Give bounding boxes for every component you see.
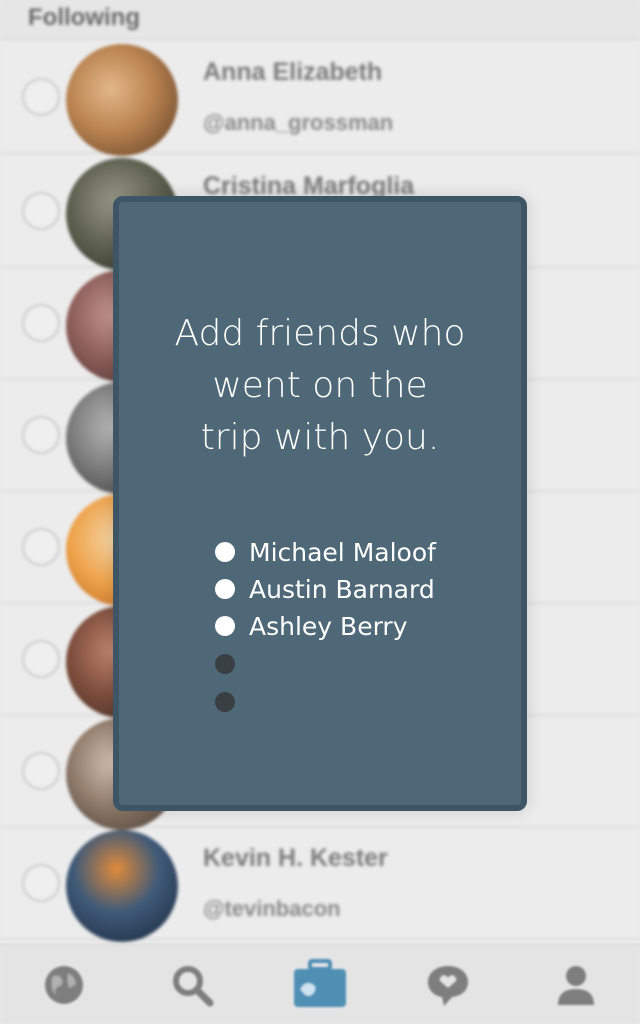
modal-title: Add friends who went on the trip with yo…: [119, 308, 521, 464]
select-radio[interactable]: [22, 304, 60, 342]
profile-icon: [558, 966, 594, 1005]
search-icon: [173, 966, 214, 1007]
empty-dot-icon: [215, 654, 235, 674]
empty-dot-icon: [215, 692, 235, 712]
select-radio[interactable]: [22, 752, 60, 790]
chat-bubble-icon: [428, 966, 468, 1006]
bottom-tab-bar: [0, 944, 640, 1024]
friend-name: Michael Maloof: [249, 537, 436, 567]
friend-list-item[interactable]: Austin Barnard: [215, 571, 435, 607]
select-radio[interactable]: [22, 192, 60, 230]
avatar: [66, 830, 178, 942]
select-radio[interactable]: [22, 528, 60, 566]
select-radio[interactable]: [22, 640, 60, 678]
suitcase-icon: [294, 959, 346, 1007]
avatar: [66, 44, 178, 156]
modal-title-line: trip with you.: [200, 417, 440, 458]
user-handle: @anna_grossman: [203, 110, 394, 135]
modal-title-line: went on the: [212, 365, 428, 406]
list-item[interactable]: Kevin H. Kester @tevinbacon: [0, 828, 640, 942]
select-radio[interactable]: [22, 416, 60, 454]
select-radio[interactable]: [22, 864, 60, 902]
section-title: Following: [28, 4, 140, 31]
friend-name: Austin Barnard: [249, 574, 435, 604]
tab-messages[interactable]: [384, 945, 512, 1024]
tab-trips[interactable]: [256, 945, 384, 1024]
friend-list-item[interactable]: Ashley Berry: [215, 608, 407, 644]
friend-list-item[interactable]: [215, 646, 249, 682]
selected-dot-icon: [215, 542, 235, 562]
tab-explore[interactable]: [0, 945, 128, 1024]
tab-profile[interactable]: [512, 945, 640, 1024]
selected-dot-icon: [215, 579, 235, 599]
list-item[interactable]: Anna Elizabeth @anna_grossman: [0, 42, 640, 156]
friend-list-item[interactable]: [215, 684, 249, 720]
user-name: Anna Elizabeth: [203, 58, 383, 86]
tab-search[interactable]: [128, 945, 256, 1024]
user-handle: @tevinbacon: [203, 896, 341, 921]
globe-icon: [45, 966, 83, 1004]
section-header: Following: [0, 0, 640, 40]
select-radio[interactable]: [22, 78, 60, 116]
modal-title-line: Add friends who: [174, 313, 466, 354]
friend-name: Ashley Berry: [249, 611, 408, 641]
add-friends-modal: Add friends who went on the trip with yo…: [113, 196, 527, 811]
selected-dot-icon: [215, 616, 235, 636]
user-name: Kevin H. Kester: [203, 844, 388, 872]
friend-list-item[interactable]: Michael Maloof: [215, 534, 436, 570]
